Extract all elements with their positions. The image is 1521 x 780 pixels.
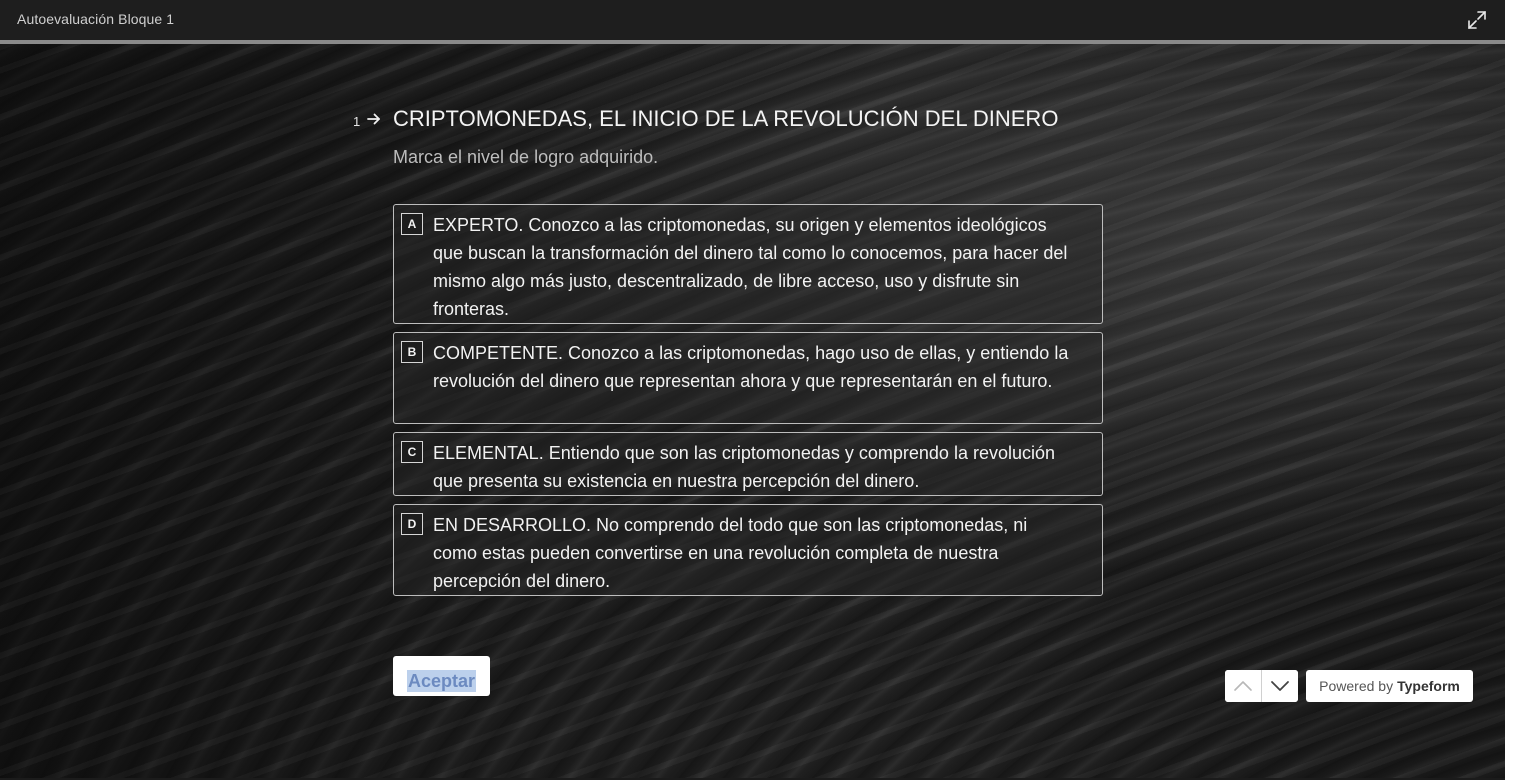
- choice-label: ELEMENTAL. Entiendo que son las criptomo…: [433, 443, 1056, 491]
- expand-icon[interactable]: [1466, 9, 1488, 31]
- chevron-down-icon: [1271, 681, 1289, 691]
- choice-c[interactable]: C ELEMENTAL. Entiendo que son las cripto…: [393, 432, 1103, 496]
- choice-b[interactable]: B COMPETENTE. Conozco a las criptomoneda…: [393, 332, 1103, 424]
- question-header: 1 CRIPTOMONEDAS, EL INICIO DE LA REVOLUC…: [353, 106, 1113, 136]
- choice-label: COMPETENTE. Conozco a las criptomonedas,…: [433, 343, 1069, 391]
- question-title: CRIPTOMONEDAS, EL INICIO DE LA REVOLUCIÓ…: [393, 106, 1059, 131]
- title-bar: Autoevaluación Bloque 1: [0, 0, 1505, 40]
- choice-key: A: [401, 213, 423, 235]
- window-edge: [1505, 0, 1521, 780]
- accept-button[interactable]: Aceptar: [393, 656, 490, 696]
- window-title: Autoevaluación Bloque 1: [17, 11, 175, 27]
- accept-button-label: Aceptar: [406, 670, 477, 692]
- question-navigation: [1225, 670, 1298, 702]
- background-stage: 1 CRIPTOMONEDAS, EL INICIO DE LA REVOLUC…: [0, 44, 1505, 778]
- chevron-up-icon: [1234, 681, 1252, 691]
- powered-by-prefix: Powered by: [1319, 678, 1394, 694]
- typeform-window: Autoevaluación Bloque 1 1 CRIPTOMONEDAS,…: [0, 0, 1521, 780]
- question-number: 1: [353, 114, 361, 129]
- choice-key: D: [401, 513, 423, 535]
- powered-by-typeform-link[interactable]: Powered by Typeform: [1306, 670, 1473, 702]
- typeform-brand: Typeform: [1397, 678, 1460, 694]
- choice-label: EN DESARROLLO. No comprendo del todo que…: [433, 515, 1028, 591]
- arrow-right-icon: [365, 110, 383, 128]
- choice-a[interactable]: A EXPERTO. Conozco a las criptomonedas, …: [393, 204, 1103, 324]
- question-subtitle: Marca el nivel de logro adquirido.: [393, 147, 659, 167]
- choice-key: B: [401, 341, 423, 363]
- choice-label: EXPERTO. Conozco a las criptomonedas, su…: [433, 215, 1068, 319]
- choice-key: C: [401, 441, 423, 463]
- question-block: 1 CRIPTOMONEDAS, EL INICIO DE LA REVOLUC…: [353, 106, 1113, 696]
- choice-d[interactable]: D EN DESARROLLO. No comprendo del todo q…: [393, 504, 1103, 596]
- next-question-button[interactable]: [1262, 670, 1298, 702]
- previous-question-button[interactable]: [1225, 670, 1261, 702]
